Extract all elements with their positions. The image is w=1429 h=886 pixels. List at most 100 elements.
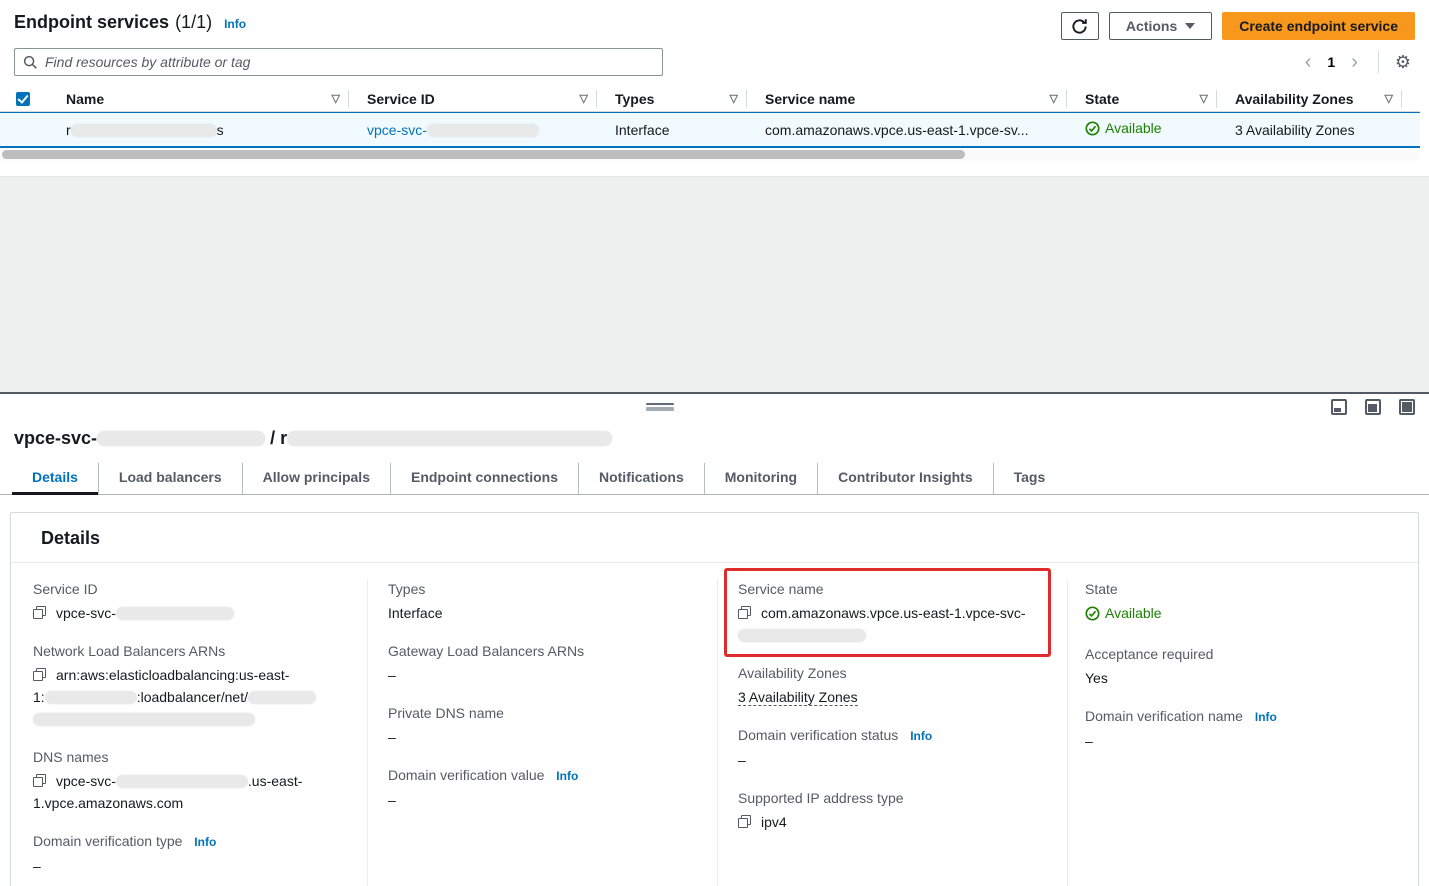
- current-page-button[interactable]: 1: [1323, 54, 1339, 70]
- copy-icon[interactable]: [738, 606, 751, 619]
- column-header-service-id[interactable]: Service ID ▽: [349, 90, 597, 108]
- redacted-text: [287, 431, 612, 446]
- field-dns-names: DNS names vpce-svc-.us-east- 1.vpce.amaz…: [33, 747, 343, 814]
- tab-contributor-insights[interactable]: Contributor Insights: [817, 463, 993, 494]
- column-header-availability-zones[interactable]: Availability Zones ▽: [1217, 90, 1402, 108]
- field-supported-ip-address-type: Supported IP address type ipv4: [738, 788, 1043, 833]
- availability-zones-link[interactable]: 3 Availability Zones: [738, 689, 858, 706]
- info-link[interactable]: Info: [556, 769, 578, 783]
- copy-icon[interactable]: [738, 815, 751, 828]
- tab-tags[interactable]: Tags: [993, 463, 1066, 494]
- tab-allow-principals[interactable]: Allow principals: [242, 463, 390, 494]
- tab-bar: Details Load balancers Allow principals …: [0, 463, 1429, 495]
- select-all-checkbox[interactable]: [16, 92, 30, 106]
- filter-icon[interactable]: ▽: [332, 92, 340, 105]
- field-gateway-load-balancers-arns: Gateway Load Balancers ARNs –: [388, 641, 693, 686]
- filter-icon[interactable]: ▽: [1200, 92, 1208, 105]
- split-panel-size-controls: [1331, 399, 1415, 415]
- create-endpoint-service-button[interactable]: Create endpoint service: [1222, 12, 1415, 40]
- header-info-link[interactable]: Info: [224, 17, 246, 31]
- toolbar: Actions Create endpoint service: [1061, 12, 1415, 40]
- field-service-id: Service ID vpce-svc-: [33, 579, 343, 624]
- actions-label: Actions: [1126, 18, 1177, 34]
- copy-icon[interactable]: [33, 606, 46, 619]
- pagination: ‹ 1 › ⚙: [1297, 51, 1415, 73]
- availability-zones-link[interactable]: 3 Availability Zones: [1235, 122, 1355, 138]
- field-private-dns-name: Private DNS name –: [388, 703, 693, 748]
- redacted-text: [116, 775, 248, 788]
- refresh-button[interactable]: [1061, 12, 1099, 40]
- row-clipped-cell: Y: [1402, 122, 1420, 138]
- redacted-text: [71, 124, 217, 137]
- endpoint-services-section: Endpoint services (1/1) Info Actions Cre…: [0, 0, 1429, 161]
- field-types: Types Interface: [388, 579, 693, 624]
- filter-icon[interactable]: ▽: [730, 92, 738, 105]
- details-column-2: Types Interface Gateway Load Balancers A…: [367, 579, 717, 886]
- info-link[interactable]: Info: [1255, 710, 1277, 724]
- panel-size-medium-button[interactable]: [1365, 399, 1381, 415]
- search-box[interactable]: [14, 48, 663, 76]
- filter-icon[interactable]: ▽: [580, 92, 588, 105]
- tab-load-balancers[interactable]: Load balancers: [98, 463, 242, 494]
- actions-button[interactable]: Actions: [1109, 12, 1212, 40]
- column-header-types[interactable]: Types ▽: [597, 90, 747, 108]
- details-column-4: State Available Acceptance required: [1067, 579, 1418, 886]
- service-id-link[interactable]: vpce-svc-: [367, 122, 539, 138]
- status-badge: Available: [1085, 602, 1162, 624]
- redacted-text: [45, 691, 137, 704]
- page-header: Endpoint services (1/1) Info Actions Cre…: [0, 0, 1429, 40]
- redacted-text: [427, 124, 539, 137]
- field-network-load-balancers-arns: Network Load Balancers ARNs arn:aws:elas…: [33, 641, 343, 730]
- copy-icon[interactable]: [33, 668, 46, 681]
- column-header-clipped[interactable]: A: [1402, 90, 1420, 108]
- settings-gear-button[interactable]: ⚙: [1391, 53, 1415, 71]
- column-header-name[interactable]: Name ▽: [48, 90, 349, 108]
- split-panel: vpce-svc- / r Details Load balancers All…: [0, 392, 1429, 886]
- split-panel-drag-handle[interactable]: [646, 403, 674, 411]
- field-acceptance-required: Acceptance required Yes: [1085, 644, 1394, 689]
- refresh-icon: [1071, 18, 1088, 35]
- row-types-cell: Interface: [597, 122, 747, 138]
- redacted-text: [738, 629, 866, 642]
- row-service-name-cell: com.amazonaws.vpce.us-east-1.vpce-sv...: [747, 122, 1067, 138]
- check-circle-icon: [1085, 606, 1100, 621]
- redacted-text: [248, 691, 316, 704]
- row-name-cell: rs: [48, 122, 349, 138]
- next-page-button[interactable]: ›: [1343, 52, 1366, 72]
- details-card-body: Service ID vpce-svc- Network Load Balanc…: [11, 563, 1418, 886]
- tab-monitoring[interactable]: Monitoring: [704, 463, 817, 494]
- column-header-state[interactable]: State ▽: [1067, 90, 1217, 108]
- copy-icon[interactable]: [33, 774, 46, 787]
- table-row[interactable]: rs vpce-svc- Interface com.amazonaws.vpc…: [0, 112, 1420, 148]
- details-column-3: Service name com.amazonaws.vpce.us-east-…: [717, 579, 1067, 886]
- previous-page-button[interactable]: ‹: [1297, 52, 1320, 72]
- info-link[interactable]: Info: [194, 835, 216, 849]
- field-service-name: Service name com.amazonaws.vpce.us-east-…: [738, 579, 1043, 646]
- panel-size-small-button[interactable]: [1331, 399, 1347, 415]
- tab-endpoint-connections[interactable]: Endpoint connections: [390, 463, 578, 494]
- column-header-service-name[interactable]: Service name ▽: [747, 90, 1067, 108]
- field-availability-zones: Availability Zones 3 Availability Zones: [738, 663, 1043, 708]
- endpoint-services-table: Name ▽ Service ID ▽ Types ▽ Service name…: [0, 86, 1420, 148]
- tab-details[interactable]: Details: [12, 463, 98, 494]
- redacted-text: [33, 713, 255, 726]
- horizontal-scrollbar-thumb[interactable]: [2, 150, 965, 159]
- field-domain-verification-status: Domain verification status Info –: [738, 725, 1043, 771]
- search-input[interactable]: [45, 54, 654, 70]
- field-domain-verification-name: Domain verification name Info –: [1085, 706, 1394, 752]
- resource-count: (1/1): [175, 12, 212, 33]
- horizontal-scrollbar: [0, 150, 1420, 161]
- info-link[interactable]: Info: [910, 729, 932, 743]
- details-heading: Details: [41, 528, 1388, 549]
- split-panel-title: vpce-svc- / r: [0, 420, 1429, 463]
- table-controls: ‹ 1 › ⚙: [0, 40, 1429, 82]
- check-circle-icon: [1085, 121, 1100, 136]
- content-background: [0, 176, 1429, 392]
- redacted-text: [116, 607, 234, 620]
- filter-icon[interactable]: ▽: [1050, 92, 1058, 105]
- tab-notifications[interactable]: Notifications: [578, 463, 704, 494]
- filter-icon[interactable]: ▽: [1385, 92, 1393, 105]
- row-service-id-cell: vpce-svc-: [349, 122, 597, 138]
- details-card: Details Service ID vpce-svc- Network Loa…: [10, 512, 1419, 886]
- panel-size-large-button[interactable]: [1399, 399, 1415, 415]
